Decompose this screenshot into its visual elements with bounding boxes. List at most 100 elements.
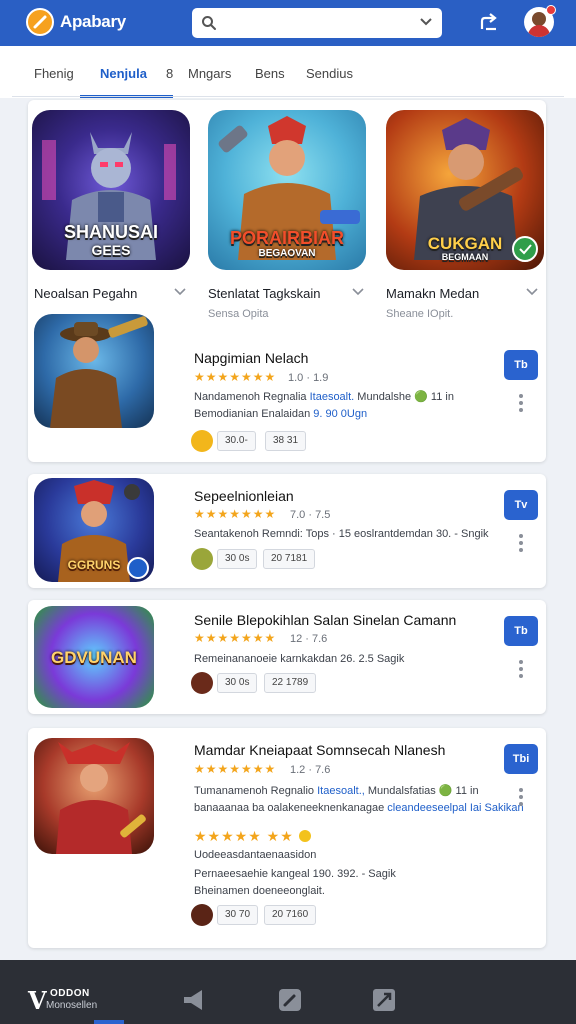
app-desc-3: Remeinananoeie karnkakdan 26. 2.5 Sagik bbox=[194, 653, 405, 665]
developer-avatar-4[interactable] bbox=[191, 904, 213, 926]
desc-highlight[interactable]: cleandeeseelpal Iai Sakikan bbox=[387, 802, 523, 814]
coin-icon bbox=[298, 830, 311, 842]
featured-art-title: CUKGAN bbox=[427, 234, 503, 253]
logo-letter: V bbox=[28, 986, 47, 1015]
more-options-icon[interactable] bbox=[518, 394, 524, 414]
app-desc-4a: Tumanamenoh Regnalio Itaesoalt., Mundals… bbox=[194, 784, 479, 797]
tab-0[interactable]: Fhenig bbox=[34, 66, 74, 81]
app-desc-1a: Nandamenoh Regnalia Itaesoalt. Mundalshe… bbox=[194, 390, 454, 403]
bottom-navigation: V ODDON Monosellen bbox=[0, 960, 576, 1024]
meta-chip: 38 31 bbox=[265, 431, 307, 451]
featured-sub-2: Sensa Opita bbox=[208, 308, 269, 320]
app-thumbnail-4[interactable] bbox=[34, 738, 154, 854]
rating-stars-4b: ★★★★★ ★★ bbox=[194, 828, 311, 845]
rating-value-2: 7.0 · 7.5 bbox=[290, 509, 331, 521]
desc-text: Mundalshe 🟢 11 in bbox=[354, 391, 454, 403]
edit-icon[interactable] bbox=[276, 986, 304, 1014]
developer-avatar-2[interactable] bbox=[191, 548, 213, 570]
rating-value-4: 1.2 · 7.6 bbox=[290, 764, 331, 776]
tab-1-active[interactable]: Nenjula bbox=[100, 66, 147, 81]
bottom-nav-active-indicator bbox=[94, 1020, 124, 1024]
app-title-1[interactable]: Napgimian Nelach bbox=[194, 350, 308, 366]
app-thumbnail-3[interactable]: GDVUNAN bbox=[34, 606, 154, 708]
desc-text: Tumanamenoh Regnalio bbox=[194, 785, 318, 797]
developer-avatar-3[interactable] bbox=[191, 672, 213, 694]
thumb-art-title: GGRUNS bbox=[67, 558, 121, 572]
search-bar[interactable] bbox=[192, 8, 442, 38]
app-desc-4c: Uodeeasdantaenaasidon bbox=[194, 849, 317, 861]
app-title-2[interactable]: Sepeelnionleian bbox=[194, 488, 294, 504]
tabs-divider bbox=[12, 96, 564, 97]
featured-name-1[interactable]: Neoalsan Pegahn bbox=[34, 286, 137, 301]
app-card-2[interactable]: GGRUNS Sepeelnionleian ★★★★★★★ 7.0 · 7.5… bbox=[28, 474, 546, 588]
search-icon bbox=[202, 16, 216, 30]
app-title-3[interactable]: Senile Blepokihlan Salan Sinelan Camann bbox=[194, 612, 456, 628]
featured-tile-3[interactable]: CUKGAN BEGMAAN bbox=[386, 110, 544, 270]
app-desc-4d: Pernaeesaehie kangeal 190. 392. - Sagik bbox=[194, 868, 396, 880]
thumb-art-title: GDVUNAN bbox=[51, 648, 137, 667]
app-logo-icon[interactable] bbox=[26, 8, 54, 36]
install-button-1[interactable]: Tb bbox=[504, 350, 538, 380]
desc-text: Nandamenoh Regnalia bbox=[194, 391, 310, 403]
tab-bar: Fhenig Nenjula 8 Mngars Bens Sendius bbox=[0, 46, 576, 98]
desc-highlight[interactable]: Itaesoalt., bbox=[317, 785, 365, 797]
featured-art-subtitle: GEES bbox=[91, 242, 131, 258]
meta-chip: 30 70 bbox=[217, 905, 259, 925]
tab-2[interactable]: 8 bbox=[166, 66, 173, 81]
developer-avatar-1[interactable] bbox=[191, 430, 213, 452]
app-desc-2: Seantakenoh Remndi: Tops · 15 eoslrantde… bbox=[194, 528, 489, 540]
meta-chip: 30 0s bbox=[217, 549, 258, 569]
featured-name-2[interactable]: Stenlatat Tagkskain bbox=[208, 286, 321, 301]
app-title: Apabary bbox=[60, 12, 126, 31]
logo-line1: ODDON bbox=[50, 988, 90, 999]
rating-stars-4: ★★★★★★★ bbox=[194, 762, 277, 776]
featured-tile-1[interactable]: SHANUSAI GEES bbox=[32, 110, 190, 270]
app-card-4[interactable]: Mamdar Kneiapaat Somnsecah Nlanesh ★★★★★… bbox=[28, 728, 546, 948]
app-title-4[interactable]: Mamdar Kneiapaat Somnsecah Nlanesh bbox=[194, 742, 445, 758]
more-options-icon[interactable] bbox=[518, 534, 524, 554]
chevron-down-icon[interactable] bbox=[174, 288, 186, 296]
featured-art-title: PORAIRBIAR bbox=[229, 228, 344, 248]
rating-stars-2: ★★★★★★★ bbox=[194, 507, 277, 521]
install-button-4[interactable]: Tbi bbox=[504, 744, 538, 774]
bottom-nav-logo[interactable]: V ODDON Monosellen bbox=[28, 986, 138, 1016]
chevron-down-icon[interactable] bbox=[352, 288, 364, 296]
more-options-icon[interactable] bbox=[518, 660, 524, 680]
notification-dot bbox=[546, 5, 556, 15]
featured-art-title: SHANUSAI bbox=[63, 222, 158, 242]
install-button-2[interactable]: Tv bbox=[504, 490, 538, 520]
chevron-down-icon[interactable] bbox=[420, 17, 432, 27]
app-thumbnail-2[interactable]: GGRUNS bbox=[34, 478, 154, 582]
avatar-face bbox=[532, 12, 546, 26]
featured-name-3[interactable]: Mamakn Medan bbox=[386, 286, 479, 301]
app-thumbnail-1[interactable] bbox=[34, 314, 154, 428]
featured-tile-2[interactable]: PORAIRBIAR BEGAOVAN bbox=[208, 110, 366, 270]
tab-5[interactable]: Sendius bbox=[306, 66, 353, 81]
search-input[interactable] bbox=[224, 13, 404, 33]
meta-chip: 22 1789 bbox=[264, 673, 317, 693]
featured-carousel: SHANUSAI GEES PORAIRBIAR BEGAOVAN CUKGAN… bbox=[28, 100, 546, 462]
featured-art-subtitle: BEGMAAN bbox=[441, 252, 489, 262]
megaphone-icon[interactable] bbox=[180, 986, 208, 1014]
chevron-down-icon[interactable] bbox=[526, 288, 538, 296]
meta-chip: 30 0s bbox=[217, 673, 258, 693]
desc-highlight[interactable]: Itaesoalt. bbox=[310, 391, 355, 403]
meta-chip: 30.0- bbox=[217, 431, 256, 451]
rating-value-1: 1.0 · 1.9 bbox=[288, 372, 329, 384]
meta-chip: 20 7181 bbox=[263, 549, 316, 569]
tab-4[interactable]: Bens bbox=[255, 66, 285, 81]
rating-stars-3: ★★★★★★★ bbox=[194, 631, 277, 645]
share-icon[interactable] bbox=[477, 10, 501, 34]
desc-text: Bemodianian Enalaidan bbox=[194, 408, 314, 420]
more-options-icon[interactable] bbox=[518, 788, 524, 808]
avatar-body bbox=[528, 25, 550, 37]
app-desc-4b: banaaanaa ba oalakeneeknenkanagae cleand… bbox=[194, 802, 524, 814]
app-desc-1b: Bemodianian Enalaidan 9. 90 0Ugn bbox=[194, 408, 367, 420]
top-app-bar: Apabary bbox=[0, 0, 576, 46]
app-desc-4e: Bheinamen doeneeonglait. bbox=[194, 885, 325, 897]
install-button-3[interactable]: Tb bbox=[504, 616, 538, 646]
tab-3[interactable]: Mngars bbox=[188, 66, 231, 81]
tools-icon[interactable] bbox=[370, 986, 398, 1014]
desc-highlight[interactable]: 9. 90 0Ugn bbox=[313, 408, 367, 420]
app-card-3[interactable]: GDVUNAN Senile Blepokihlan Salan Sinelan… bbox=[28, 600, 546, 714]
